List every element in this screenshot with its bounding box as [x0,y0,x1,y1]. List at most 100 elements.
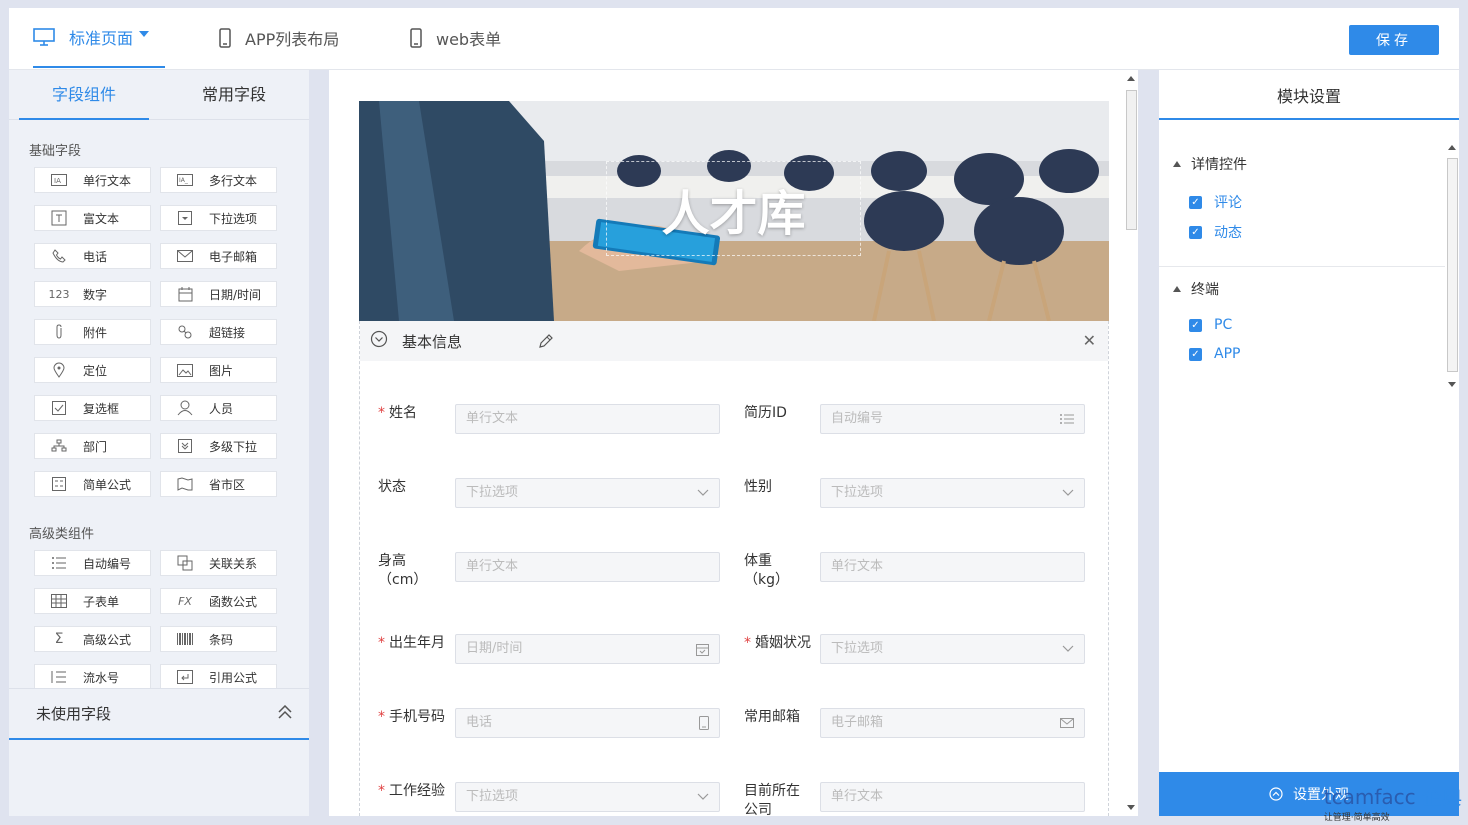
work-experience-select[interactable]: 下拉选项 [455,782,720,812]
scrollbar-thumb[interactable] [1126,90,1137,230]
status-select[interactable]: 下拉选项 [455,478,720,508]
field-function-formula[interactable]: FX 函数公式 [160,588,277,614]
field-datetime[interactable]: 日期/时间 [160,281,277,307]
section-title: 基本信息 [402,332,463,351]
marital-status-select[interactable]: 下拉选项 [820,634,1085,664]
list-icon [1060,405,1074,433]
calendar-icon [696,635,709,663]
scroll-down-arrow-icon[interactable] [1445,378,1459,390]
field-phone[interactable]: 电话 [34,243,151,269]
chevron-down-icon [1062,479,1074,507]
caret-down-icon[interactable] [139,31,150,37]
resume-id-input[interactable]: 自动编号 [820,404,1085,434]
field-label-marital-status: * 婚姻状况 [744,635,811,651]
field-advanced-formula[interactable]: Σ 高级公式 [34,626,151,652]
field-cascade-dropdown[interactable]: 多级下拉 [160,433,277,459]
collapse-triangle-icon[interactable] [1173,286,1181,292]
field-simple-formula[interactable]: 简单公式 [34,471,151,497]
canvas-scrollbar[interactable] [1124,70,1138,816]
weight-input[interactable]: 单行文本 [820,552,1085,582]
checkbox-checked-icon[interactable]: ✓ [1189,225,1202,239]
top-toolbar: 标准页面 APP列表布局 web表单 保存 [9,8,1459,70]
mail-icon [175,248,195,264]
field-serial-number[interactable]: 流水号 [34,664,151,690]
field-relation[interactable]: 关联关系 [160,550,277,576]
field-single-line-text[interactable]: IA 单行文本 [34,167,151,193]
basic-fields-title: 基础字段 [29,144,82,159]
rich-text-icon [49,210,69,226]
collapse-circle-icon[interactable] [370,330,388,352]
person-icon [175,400,195,416]
birth-date-input[interactable]: 日期/时间 [455,634,720,664]
field-subform[interactable]: 子表单 [34,588,151,614]
field-label-email: 常用邮箱 [744,709,800,725]
field-label-work-experience: * 工作经验 [378,783,445,799]
email-input[interactable]: 电子邮箱 [820,708,1085,738]
field-multi-line-text[interactable]: IA_ 多行文本 [160,167,277,193]
double-chevron-up-icon[interactable] [277,704,293,723]
checkbox-checked-icon[interactable]: ✓ [1189,347,1202,361]
svg-text:IA: IA [54,177,61,185]
checkbox-activity[interactable]: ✓ 动态 [1189,222,1242,242]
field-attachment[interactable]: 附件 [34,319,151,345]
monitor-icon [33,28,55,46]
phone-icon [49,248,69,264]
link-icon [175,324,195,340]
field-auto-number[interactable]: 自动编号 [34,550,151,576]
checkbox-comments[interactable]: ✓ 评论 [1189,192,1242,212]
field-reference-formula[interactable]: 引用公式 [160,664,277,690]
height-input[interactable]: 单行文本 [455,552,720,582]
settings-scrollbar[interactable] [1445,142,1459,390]
field-barcode[interactable]: 条码 [160,626,277,652]
checkbox-checked-icon[interactable]: ✓ [1189,195,1202,209]
save-button[interactable]: 保存 [1349,25,1439,55]
checkbox-pc[interactable]: ✓ PC [1189,317,1232,333]
watermark-logo: tcamfacc 企典 让管理·简单高效 [1323,785,1462,823]
barcode-icon [175,631,195,647]
field-label-status: 状态 [378,479,406,495]
paperclip-icon [49,324,69,340]
name-input[interactable]: 单行文本 [455,404,720,434]
field-person[interactable]: 人员 [160,395,277,421]
scroll-up-arrow-icon[interactable] [1445,142,1459,154]
field-province-city[interactable]: 省市区 [160,471,277,497]
calendar-icon [175,286,195,302]
scroll-up-arrow-icon[interactable] [1124,72,1138,86]
checkbox-icon [49,400,69,416]
mobile-input[interactable]: 电话 [455,708,720,738]
unused-fields-header[interactable]: 未使用字段 [9,688,309,740]
field-label-gender: 性别 [744,479,772,495]
close-icon[interactable]: ✕ [1083,331,1096,350]
field-location[interactable]: 定位 [34,357,151,383]
field-checkbox[interactable]: 复选框 [34,395,151,421]
field-dropdown[interactable]: 下拉选项 [160,205,277,231]
tab-web-form[interactable]: web表单 [410,8,501,68]
tab-common-fields[interactable]: 常用字段 [159,70,309,119]
scrollbar-thumb[interactable] [1447,158,1458,372]
field-email[interactable]: 电子邮箱 [160,243,277,269]
gender-select[interactable]: 下拉选项 [820,478,1085,508]
tab-standard-page-label: 标准页面 [69,29,134,48]
tab-standard-page[interactable]: 标准页面 [33,8,165,68]
current-company-input[interactable]: 单行文本 [820,782,1085,812]
unused-fields-label: 未使用字段 [36,705,112,723]
checkbox-checked-icon[interactable]: ✓ [1189,318,1202,332]
tab-field-components[interactable]: 字段组件 [9,70,159,120]
terminal-group[interactable]: 终端 [1173,279,1219,299]
pencil-icon[interactable] [538,333,554,353]
field-image[interactable]: 图片 [160,357,277,383]
field-hyperlink[interactable]: 超链接 [160,319,277,345]
checkbox-app[interactable]: ✓ APP [1189,346,1240,362]
collapse-triangle-icon[interactable] [1173,161,1181,167]
field-label-name: * 姓名 [378,405,417,421]
banner-title[interactable]: 人才库 [606,161,861,256]
detail-controls-group[interactable]: 详情控件 [1173,154,1247,174]
field-number[interactable]: 123 数字 [34,281,151,307]
scroll-down-arrow-icon[interactable] [1124,800,1138,814]
sigma-icon: Σ [54,631,64,647]
org-icon [49,438,69,454]
field-rich-text[interactable]: 富文本 [34,205,151,231]
tab-app-list-layout[interactable]: APP列表布局 [219,8,339,68]
circle-up-icon [1269,787,1283,801]
field-department[interactable]: 部门 [34,433,151,459]
